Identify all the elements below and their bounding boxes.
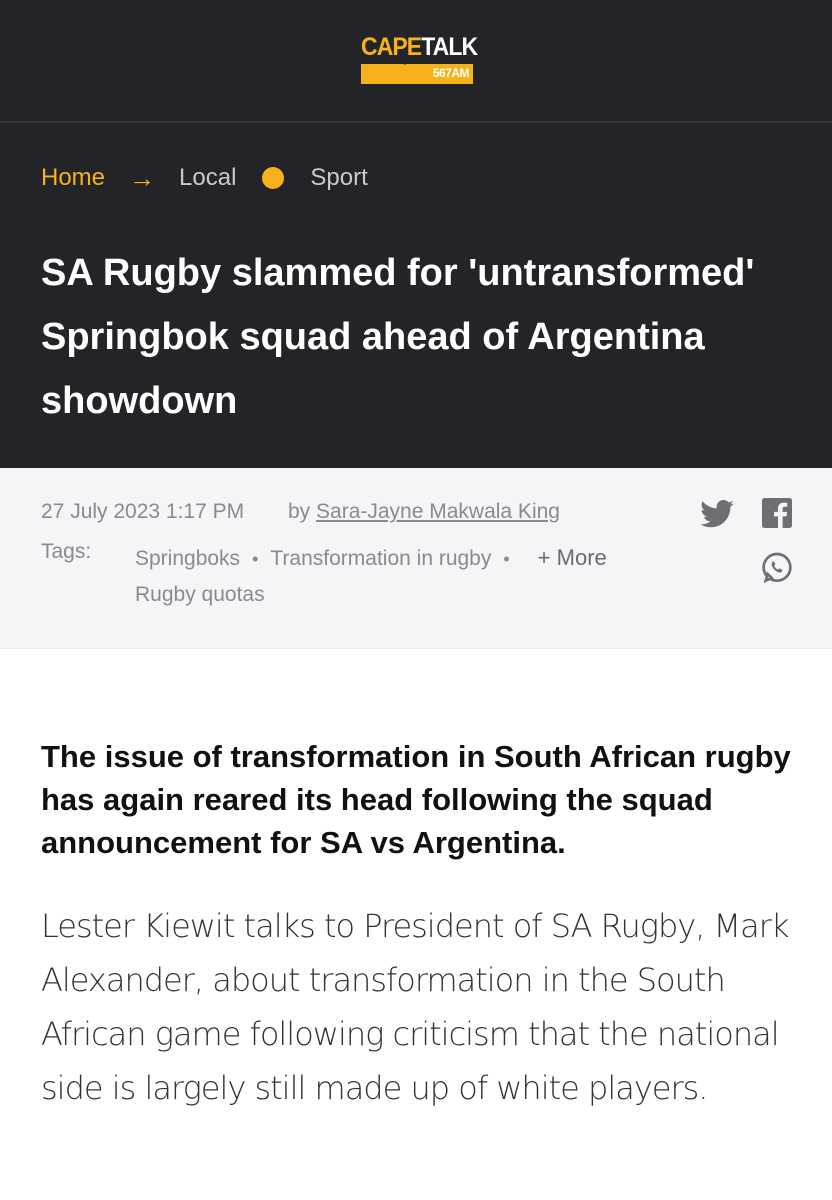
dot-icon (262, 167, 285, 189)
breadcrumb-local-link[interactable]: Local (179, 163, 236, 193)
logo-cape: CAPE (361, 33, 422, 61)
tag-link-springboks[interactable]: Springboks (135, 547, 240, 570)
article-hero: Home → Local Sport SA Rugby slammed for … (0, 123, 832, 468)
tag-link-rugby-quotas[interactable]: Rugby quotas (135, 583, 265, 606)
twitter-icon[interactable] (700, 500, 734, 528)
whatsapp-icon[interactable] (761, 552, 793, 584)
facebook-icon[interactable] (762, 498, 792, 528)
byline-label: by (287, 500, 311, 523)
breadcrumb: Home → Local Sport (41, 163, 368, 193)
article-meta: 27 July 2023 1:17 PM by Sara-Jayne Makwa… (0, 468, 832, 649)
breadcrumb-home-link[interactable]: Home (41, 163, 105, 193)
breadcrumb-sport-link[interactable]: Sport (310, 163, 367, 193)
logo-talk: TALK (421, 33, 478, 61)
publish-date: 27 July 2023 1:17 PM (41, 500, 245, 523)
capetalk-logo[interactable]: CAPETALK 567AM (361, 33, 478, 86)
logo-frequency-badge: 567AM (361, 64, 473, 84)
tag-separator: • (252, 549, 259, 569)
logo-wordmark: CAPETALK (361, 33, 478, 61)
author-link[interactable]: Sara-Jayne Makwala King (316, 500, 560, 523)
article-headline: SA Rugby slammed for 'untransformed' Spr… (41, 252, 755, 422)
article-lead: The issue of transformation in South Afr… (41, 739, 791, 860)
tag-link-transformation[interactable]: Transformation in rugby (270, 547, 491, 570)
more-tags-button[interactable]: + More (538, 545, 607, 570)
logo-frequency: 567AM (432, 66, 470, 80)
tag-separator: • (503, 549, 510, 569)
arrow-right-icon: → (129, 163, 156, 193)
tag-list: Springboks • Transformation in rugby • + Mor… (135, 540, 695, 613)
article-paragraph: Lester Kiewit talks to President of SA R… (41, 907, 789, 1107)
logo-notch (399, 59, 411, 65)
tags-label: Tags: (41, 540, 92, 563)
meta-date-author: 27 July 2023 1:17 PM by Sara-Jayne Makwa… (41, 500, 560, 524)
site-header: CAPETALK 567AM (0, 0, 832, 123)
